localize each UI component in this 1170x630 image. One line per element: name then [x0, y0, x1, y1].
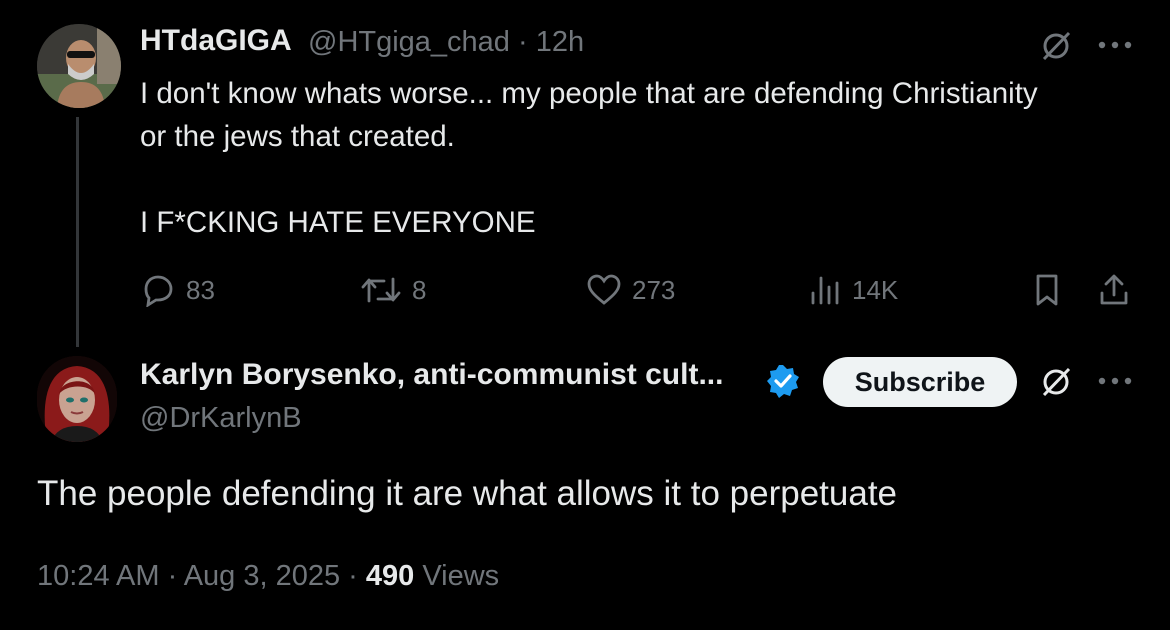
share-icon[interactable] — [1094, 270, 1134, 310]
like-button[interactable]: 273 — [586, 270, 675, 310]
views-count: 490 — [365, 560, 415, 592]
reply-icon — [144, 275, 173, 307]
tweet-text-line — [140, 158, 1150, 201]
timestamp[interactable]: 10:24 AM · Aug 3, 2025 · — [37, 560, 366, 592]
grok-icon[interactable] — [1036, 362, 1076, 402]
like-count: 273 — [632, 274, 676, 305]
bookmark-icon[interactable] — [1027, 270, 1067, 310]
tweet-text-line: I F*CKING HATE EVERYONE — [140, 206, 536, 239]
tweet-text-line: or the jews that created. — [140, 120, 455, 153]
verified-badge-icon — [764, 362, 802, 400]
reply-author-name[interactable]: Karlyn Borysenko, anti-communist cult... — [140, 358, 723, 392]
thread-connector-line — [76, 117, 79, 347]
tweet-text: I don't know whats worse... my people th… — [140, 72, 1150, 244]
views-label: Views — [414, 560, 500, 592]
avatar-htdagiga[interactable] — [37, 24, 121, 108]
repost-button[interactable]: 8 — [360, 270, 426, 310]
repost-count: 8 — [412, 274, 427, 305]
tweet-text-line: I don't know whats worse... my people th… — [140, 77, 1038, 110]
grok-icon[interactable] — [1036, 26, 1076, 66]
reply-author-handle[interactable]: @DrKarlynB — [140, 402, 302, 435]
like-icon — [587, 274, 621, 305]
tweet-author-handle-time[interactable]: @HTgiga_chad · 12h — [308, 26, 584, 59]
reply-button[interactable]: 83 — [140, 270, 215, 310]
views-icon — [811, 276, 839, 305]
reply-count: 83 — [186, 274, 215, 305]
tweet-meta: 10:24 AM · Aug 3, 2025 · 490 Views — [37, 560, 499, 593]
subscribe-button[interactable]: Subscribe — [823, 357, 1017, 407]
repost-icon — [361, 277, 401, 303]
more-icon[interactable] — [1095, 366, 1135, 396]
tweet-author-name[interactable]: HTdaGIGA — [140, 24, 292, 58]
views-count: 14K — [852, 274, 899, 305]
avatar-drkarlynb[interactable] — [37, 356, 117, 442]
reply-text: The people defending it are what allows … — [37, 474, 898, 513]
views-button[interactable]: 14K — [808, 270, 898, 310]
more-icon[interactable] — [1095, 30, 1135, 60]
